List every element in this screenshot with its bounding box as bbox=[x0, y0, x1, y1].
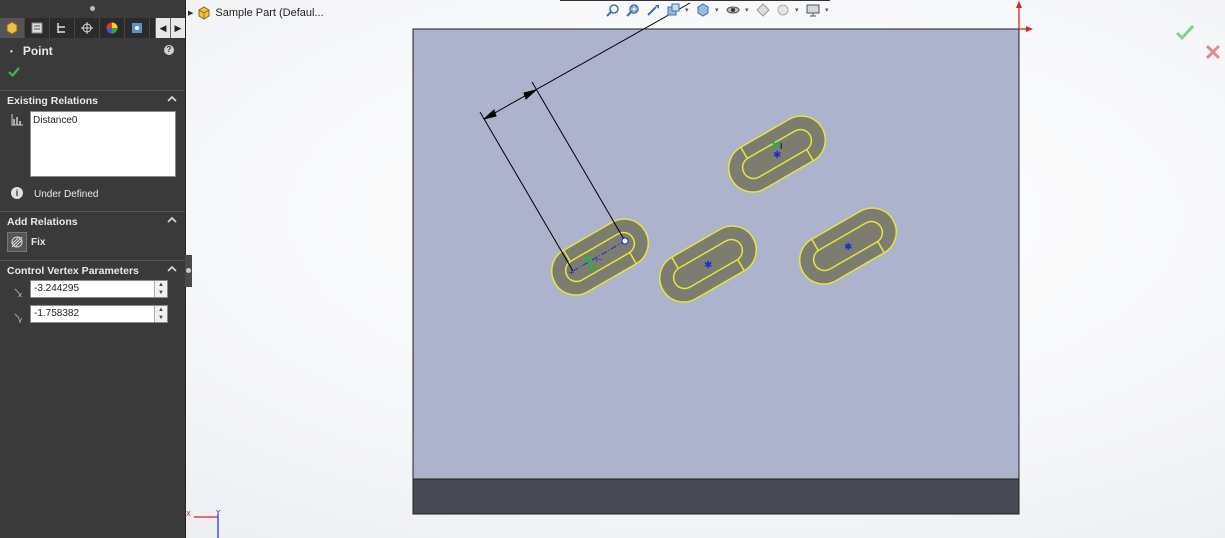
appearance-dropdown-icon[interactable]: ▾ bbox=[795, 6, 801, 14]
svg-text:⊢: ⊢ bbox=[596, 255, 603, 264]
part-edge-face bbox=[412, 478, 1020, 515]
relations-list-icon bbox=[11, 114, 23, 126]
tab-configuration-manager[interactable] bbox=[50, 18, 75, 38]
collapse-chevron-icon[interactable] bbox=[167, 215, 177, 225]
tab-dimxpert-manager[interactable] bbox=[75, 18, 100, 38]
display-style-dropdown-icon[interactable]: ▾ bbox=[745, 6, 751, 14]
tab-scroll-left-icon[interactable]: ◀ bbox=[155, 18, 170, 38]
fix-label[interactable]: Fix bbox=[31, 237, 45, 248]
info-icon: i bbox=[11, 187, 23, 199]
panel-grip[interactable] bbox=[0, 0, 185, 18]
svg-text:✖: ✖ bbox=[588, 263, 596, 274]
svg-text:+: + bbox=[568, 268, 575, 277]
collapse-chevron-icon[interactable] bbox=[167, 94, 177, 104]
spin-down-icon[interactable]: ▼ bbox=[155, 314, 167, 322]
collapse-chevron-icon[interactable] bbox=[167, 264, 177, 274]
property-manager-icon bbox=[6, 21, 18, 35]
tree-icon bbox=[57, 23, 65, 33]
display-style-icon[interactable] bbox=[725, 2, 741, 18]
svg-text:Y: Y bbox=[215, 509, 221, 517]
control-vertex-label: Control Vertex Parameters bbox=[7, 265, 139, 277]
property-manager-panel: ◀ ▶ • Point ? Existing Relations Distanc… bbox=[0, 0, 186, 538]
confirm-cancel-icon[interactable] bbox=[1204, 43, 1222, 61]
fix-anchor-icon bbox=[11, 236, 23, 248]
point-icon: • bbox=[10, 46, 13, 56]
crosshair-icon bbox=[81, 22, 93, 34]
list-item[interactable]: Distance0 bbox=[33, 115, 173, 126]
section-view-dropdown-icon[interactable]: ▾ bbox=[685, 6, 691, 14]
svg-text:✱: ✱ bbox=[704, 260, 712, 271]
svg-text:I: I bbox=[780, 142, 782, 151]
cam-icon bbox=[132, 23, 142, 33]
section-view-icon[interactable] bbox=[665, 2, 681, 18]
svg-text:y: y bbox=[18, 316, 22, 323]
view-orientation-icon[interactable] bbox=[695, 2, 711, 18]
tab-cam-manager[interactable] bbox=[125, 18, 150, 38]
tab-feature-manager[interactable] bbox=[25, 18, 50, 38]
spin-down-icon[interactable]: ▼ bbox=[155, 289, 167, 297]
page-title: Point bbox=[22, 44, 53, 58]
part-name-label[interactable]: Sample Part (Defaul... bbox=[215, 7, 323, 19]
existing-relations-label: Existing Relations bbox=[7, 95, 99, 107]
existing-relations-list[interactable]: Distance0 bbox=[30, 111, 176, 177]
expand-arrow-icon[interactable]: ▶ bbox=[188, 9, 193, 17]
view-settings-dropdown-icon[interactable]: ▾ bbox=[825, 6, 831, 14]
spin-up-icon[interactable]: ▲ bbox=[155, 281, 167, 289]
color-wheel-icon bbox=[106, 22, 118, 34]
svg-text:x: x bbox=[18, 291, 22, 298]
top-dimension-leader bbox=[560, 0, 830, 1]
y-coordinate-input[interactable]: -1.758382 ▲ ▼ bbox=[30, 305, 168, 323]
feature-tree-flyout[interactable]: ▶ Sample Part (Defaul... bbox=[188, 6, 324, 20]
view-settings-icon[interactable] bbox=[805, 2, 821, 18]
hide-show-items-icon[interactable] bbox=[755, 2, 771, 18]
part-icon bbox=[198, 6, 210, 20]
manager-tab-bar: ◀ ▶ bbox=[0, 18, 185, 38]
x-coordinate-stepper[interactable]: ▲ ▼ bbox=[154, 281, 167, 297]
property-manager-title: • Point bbox=[10, 44, 53, 58]
ok-check-icon[interactable] bbox=[8, 66, 20, 78]
heads-up-view-toolbar: ▾ ▾ ▾ ▾ ▾ bbox=[605, 2, 831, 18]
svg-text:✖: ✖ bbox=[771, 139, 780, 152]
fix-relation-button[interactable] bbox=[7, 232, 27, 252]
existing-relations-header[interactable]: Existing Relations bbox=[0, 90, 185, 110]
zoom-to-fit-icon[interactable] bbox=[605, 2, 621, 18]
add-relations-label: Add Relations bbox=[7, 216, 78, 228]
tab-property-manager[interactable] bbox=[0, 18, 25, 38]
tab-display-manager[interactable] bbox=[100, 18, 125, 38]
svg-text:✱: ✱ bbox=[844, 242, 852, 253]
svg-text:X: X bbox=[186, 510, 191, 518]
status-text: Under Defined bbox=[34, 189, 99, 200]
y-coordinate-value[interactable]: -1.758382 bbox=[34, 308, 79, 319]
x-coordinate-input[interactable]: -3.244295 ▲ ▼ bbox=[30, 280, 168, 298]
tab-scroll-right-icon[interactable]: ▶ bbox=[170, 18, 185, 38]
question-icon[interactable]: ? bbox=[164, 45, 174, 55]
previous-view-icon[interactable] bbox=[645, 2, 661, 18]
y-coordinate-stepper[interactable]: ▲ ▼ bbox=[154, 306, 167, 322]
control-vertex-header[interactable]: Control Vertex Parameters bbox=[0, 260, 185, 280]
confirm-ok-icon[interactable] bbox=[1175, 24, 1195, 42]
view-orientation-dropdown-icon[interactable]: ▾ bbox=[715, 6, 721, 14]
y-coordinate-icon: y bbox=[14, 313, 22, 323]
zoom-to-area-icon[interactable] bbox=[625, 2, 641, 18]
panel-collapse-handle[interactable] bbox=[185, 255, 192, 287]
edit-appearance-icon[interactable] bbox=[775, 2, 791, 18]
add-relations-header[interactable]: Add Relations bbox=[0, 211, 185, 231]
spin-up-icon[interactable]: ▲ bbox=[155, 306, 167, 314]
view-triad-icon: X Y bbox=[186, 509, 221, 538]
x-coordinate-value[interactable]: -3.244295 bbox=[34, 283, 79, 294]
list-icon bbox=[31, 22, 43, 34]
origin-axis-indicator bbox=[1016, 1, 1033, 32]
x-coordinate-icon: x bbox=[14, 288, 22, 298]
